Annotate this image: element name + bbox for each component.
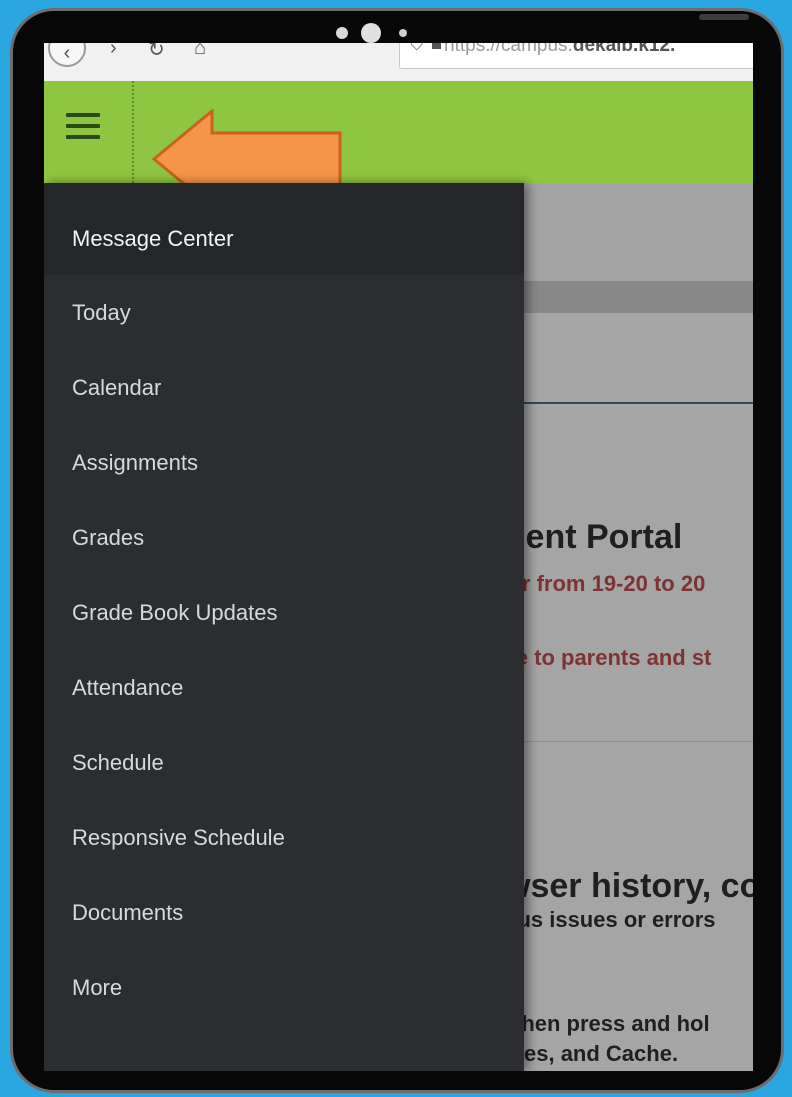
header-divider [132, 81, 135, 183]
tablet-frame: ‹ › ↻ ⌂ ⛉ https://campus.dekalb.k12. amp… [10, 8, 784, 1093]
forward-button[interactable]: › [110, 43, 117, 60]
sensor-dot [336, 27, 348, 39]
back-arrow-icon: ‹ [63, 43, 71, 64]
navigation-drawer: Message Center Today Calendar Assignment… [44, 183, 524, 1071]
url-domain: dekalb.k12. [572, 43, 676, 56]
reload-button[interactable]: ↻ [148, 43, 165, 62]
sensor-dot-small [399, 29, 407, 37]
drawer-item-documents[interactable]: Documents [44, 875, 524, 950]
tablet-power-button [699, 14, 749, 20]
drawer-item-schedule[interactable]: Schedule [44, 725, 524, 800]
app-header: ampus [44, 81, 753, 211]
hamburger-line [66, 124, 100, 128]
drawer-item-responsive-schedule[interactable]: Responsive Schedule [44, 800, 524, 875]
drawer-item-attendance[interactable]: Attendance [44, 650, 524, 725]
url-prefix: https://campus. [444, 43, 573, 56]
device-screen: ‹ › ↻ ⌂ ⛉ https://campus.dekalb.k12. amp… [44, 43, 753, 1071]
drawer-item-calendar[interactable]: Calendar [44, 350, 524, 425]
drawer-item-grades[interactable]: Grades [44, 500, 524, 575]
back-button[interactable]: ‹ [48, 43, 86, 67]
drawer-item-grade-book-updates[interactable]: Grade Book Updates [44, 575, 524, 650]
hamburger-line [66, 113, 100, 117]
lock-icon [432, 43, 441, 49]
drawer-item-more[interactable]: More [44, 950, 524, 1025]
home-button[interactable]: ⌂ [194, 43, 206, 60]
address-bar[interactable]: ⛉ https://campus.dekalb.k12. [399, 43, 753, 69]
drawer-item-message-center[interactable]: Message Center [44, 183, 524, 275]
shield-icon: ⛉ [410, 43, 424, 54]
browser-toolbar: ‹ › ↻ ⌂ ⛉ https://campus.dekalb.k12. [44, 43, 753, 82]
hamburger-line [66, 135, 100, 139]
camera-lens [361, 23, 381, 43]
hamburger-menu-icon[interactable] [66, 109, 100, 143]
drawer-item-assignments[interactable]: Assignments [44, 425, 524, 500]
drawer-item-today[interactable]: Today [44, 275, 524, 350]
